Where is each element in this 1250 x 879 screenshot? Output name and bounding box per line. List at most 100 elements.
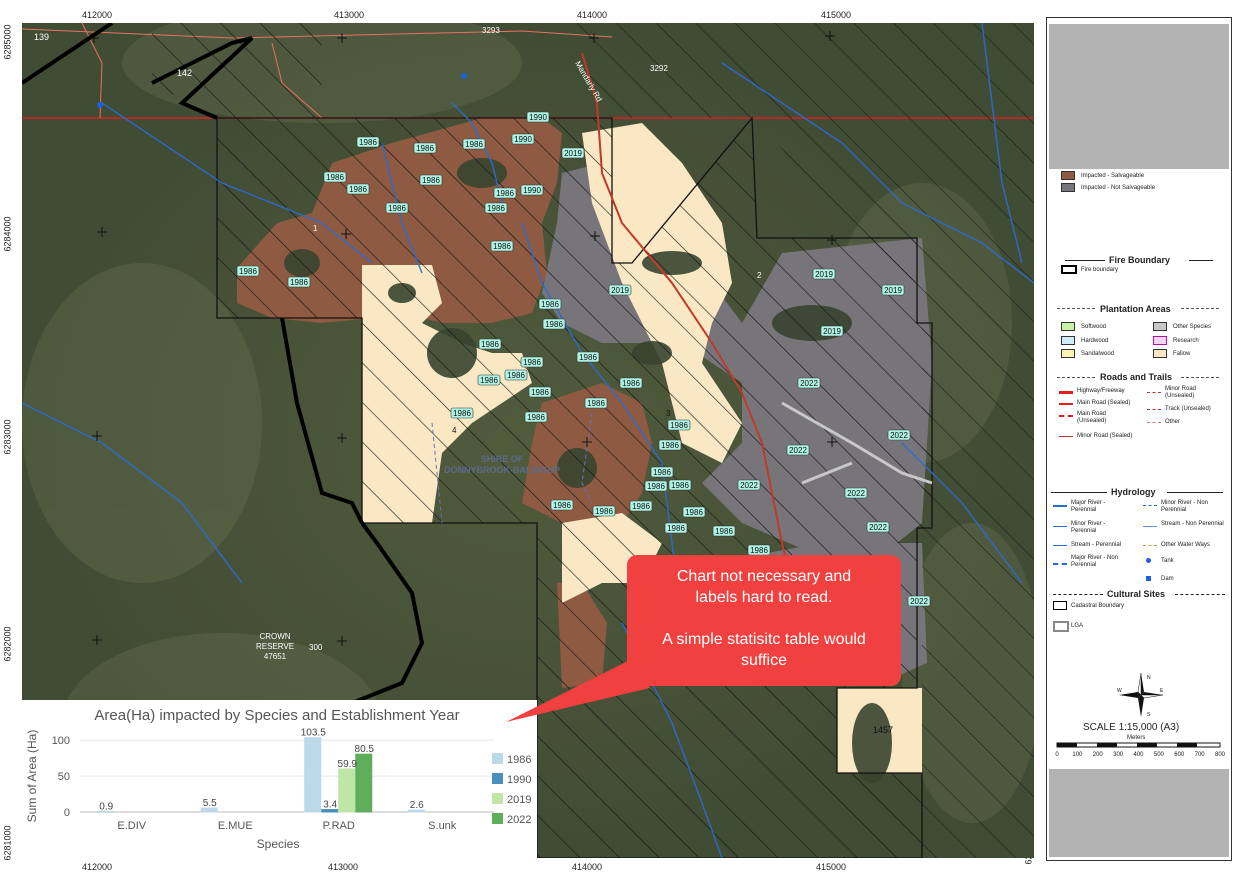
swatch-other-road bbox=[1147, 422, 1161, 423]
callout-line-2: labels hard to read. bbox=[695, 589, 833, 606]
swatch-main-road-sealed bbox=[1059, 403, 1073, 405]
chart-legend-swatch bbox=[492, 773, 503, 784]
scale-text: SCALE 1:15,000 (A3) bbox=[1083, 722, 1180, 733]
chart-bar bbox=[304, 737, 322, 813]
legend-major-river-perennial: Major River - Perennial bbox=[1071, 500, 1106, 513]
year-label: 1986 bbox=[239, 267, 257, 276]
swatch-impacted-not-salvageable bbox=[1061, 183, 1075, 192]
chart-data-label: 103.5 bbox=[301, 728, 326, 739]
review-comment-callout: Chart not necessary and labels hard to r… bbox=[627, 555, 901, 686]
swatch-minor-river-perennial bbox=[1053, 526, 1067, 527]
legend-plantation-header: Plantation Areas bbox=[1100, 304, 1171, 314]
year-label: 1986 bbox=[422, 176, 440, 185]
chart-legend-label: 1990 bbox=[507, 774, 531, 786]
crown-label-line3: 47651 bbox=[264, 652, 287, 661]
swatch-research bbox=[1153, 336, 1167, 345]
legend-hardwood: Hardwood bbox=[1081, 338, 1109, 344]
year-label: 1986 bbox=[349, 185, 367, 194]
swatch-track-unsealed bbox=[1147, 409, 1161, 410]
chart-data-label: 80.5 bbox=[355, 744, 375, 755]
chart-data-label: 3.4 bbox=[323, 800, 337, 811]
year-label: 1986 bbox=[595, 507, 613, 516]
callout-line-4: suffice bbox=[741, 652, 787, 669]
lot-label-1457: 1457 bbox=[873, 725, 893, 735]
year-label: 1986 bbox=[685, 508, 703, 517]
callout-line-1: Chart not necessary and bbox=[676, 568, 852, 585]
legend-dam: Dam bbox=[1161, 576, 1174, 582]
swatch-stream-perennial bbox=[1053, 545, 1067, 546]
chart-y-tick-label: 0 bbox=[64, 807, 70, 819]
bar-chart: Area(Ha) impacted by Species and Establi… bbox=[25, 707, 531, 851]
year-label: 1986 bbox=[523, 358, 541, 367]
legend-impacted-not-salvageable: Impacted - Not Salvageable bbox=[1081, 185, 1156, 191]
year-label: 2019 bbox=[884, 286, 902, 295]
scale-tick-label: 400 bbox=[1133, 752, 1144, 758]
legend-top-grey-block bbox=[1049, 24, 1229, 169]
shire-label-line1: SHIRE OF bbox=[481, 454, 524, 464]
legend-cultural-header: Cultural Sites bbox=[1107, 589, 1166, 599]
coord-left-6283000: 6283000 bbox=[2, 419, 13, 455]
swatch-stream-non-perennial bbox=[1143, 526, 1157, 527]
dam-icon bbox=[1146, 576, 1151, 581]
chart-y-ticks: 0 50 100 bbox=[52, 735, 70, 819]
crown-label-line2: RESERVE bbox=[256, 642, 294, 651]
year-label: 1986 bbox=[653, 468, 671, 477]
map-layout: 412000 413000 414000 415000 412000 41300… bbox=[0, 0, 1250, 879]
coord-top-413000: 413000 bbox=[333, 10, 365, 20]
year-label: 1986 bbox=[545, 320, 563, 329]
chart-panel: Area(Ha) impacted by Species and Establi… bbox=[22, 700, 537, 858]
chart-y-tick-label: 50 bbox=[58, 771, 70, 783]
legend-impacted-salvageable: Impacted - Salvageable bbox=[1081, 173, 1145, 179]
swatch-other-species bbox=[1153, 322, 1167, 331]
chart-x-axis-label: Species bbox=[257, 837, 300, 851]
swatch-softwood bbox=[1061, 322, 1075, 331]
year-label: 1986 bbox=[622, 379, 640, 388]
swatch-major-river-perennial bbox=[1053, 505, 1067, 507]
legend-minor-road-unsealed: Minor Road (Unsealed) bbox=[1165, 386, 1197, 399]
year-label: 1986 bbox=[661, 441, 679, 450]
legend-other-water-ways: Other Water Ways bbox=[1161, 542, 1210, 548]
legend-roads-header: Roads and Trails bbox=[1100, 372, 1173, 382]
lot-label-2: 2 bbox=[757, 271, 762, 280]
callout-line-3: A simple statisitc table would bbox=[662, 631, 866, 648]
year-label: 1986 bbox=[290, 278, 308, 287]
swatch-hardwood bbox=[1061, 336, 1075, 345]
legend-panel: Impacted - Salvageable Impacted - Not Sa… bbox=[1046, 17, 1232, 861]
chart-x-ticks: E.DIV E.MUE P.RAD S.unk bbox=[117, 820, 456, 832]
coord-bottom-414000: 414000 bbox=[571, 862, 603, 872]
swatch-minor-road-unsealed bbox=[1147, 392, 1161, 393]
legend-major-river-non-perennial: Major River - Non Perennial bbox=[1071, 555, 1119, 568]
chart-bar bbox=[355, 753, 373, 813]
year-label: 1986 bbox=[632, 502, 650, 511]
scale-tick-label: 500 bbox=[1154, 752, 1165, 758]
chart-legend-label: 1986 bbox=[507, 754, 531, 766]
coord-bottom-415000: 415000 bbox=[815, 862, 847, 872]
chart-y-tick-label: 100 bbox=[52, 735, 70, 747]
tank-icon bbox=[1146, 558, 1151, 563]
scale-tick-label: 300 bbox=[1113, 752, 1124, 758]
coord-left-6285000: 6285000 bbox=[2, 24, 13, 60]
lot-label-3: 3 bbox=[666, 409, 671, 418]
year-label: 1986 bbox=[416, 144, 434, 153]
year-label: 1986 bbox=[359, 138, 377, 147]
chart-x-tick-label: S.unk bbox=[428, 820, 457, 832]
chart-legend-swatch bbox=[492, 793, 503, 804]
chart-legend-label: 2022 bbox=[507, 814, 531, 826]
year-label: 1990 bbox=[514, 135, 532, 144]
year-label: 1986 bbox=[750, 546, 768, 555]
year-label: 1986 bbox=[579, 353, 597, 362]
coord-left-6284000: 6284000 bbox=[2, 216, 13, 252]
year-label: 1986 bbox=[388, 204, 406, 213]
swatch-minor-river-non-perennial bbox=[1143, 505, 1157, 506]
coord-left-6282000: 6282000 bbox=[2, 626, 13, 662]
year-label: 2022 bbox=[847, 489, 865, 498]
scale-tick-label: 800 bbox=[1215, 752, 1226, 758]
chart-gridlines bbox=[80, 739, 494, 813]
legend-stream-non-perennial: Stream - Non Perennial bbox=[1161, 521, 1224, 527]
chart-x-tick-label: E.DIV bbox=[117, 820, 146, 832]
year-label: 1986 bbox=[496, 189, 514, 198]
year-label: 1986 bbox=[715, 527, 733, 536]
legend-main-road-unsealed: Main Road (Unsealed) bbox=[1077, 411, 1107, 424]
coord-bottom-412000: 412000 bbox=[81, 862, 113, 872]
legend-fire-boundary: Fire boundary bbox=[1081, 267, 1119, 273]
